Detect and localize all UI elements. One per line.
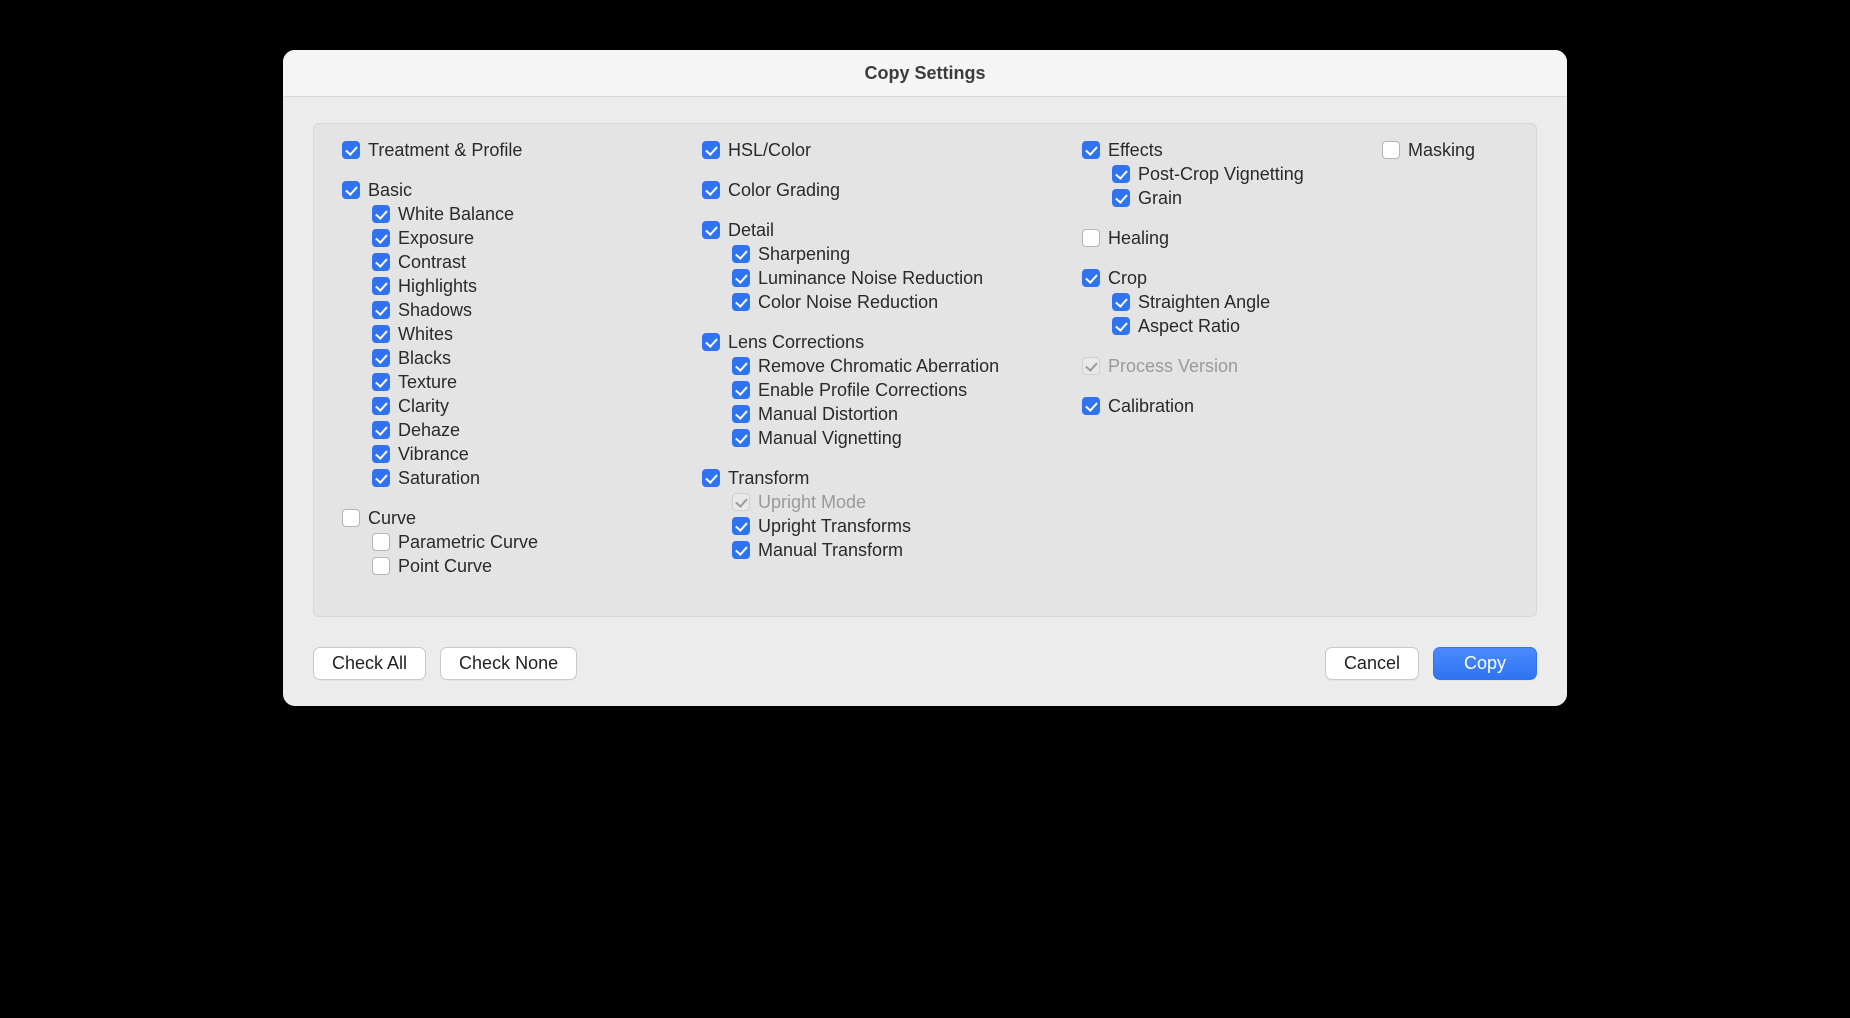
exposure-label: Exposure <box>398 226 474 250</box>
color-grading-checkbox[interactable] <box>702 181 720 199</box>
point-curve-checkbox[interactable] <box>372 557 390 575</box>
aspect-ratio-label: Aspect Ratio <box>1138 314 1240 338</box>
whites-checkbox[interactable] <box>372 325 390 343</box>
manual-vignetting-label: Manual Vignetting <box>758 426 902 450</box>
enable-profile-label: Enable Profile Corrections <box>758 378 967 402</box>
check-none-button[interactable]: Check None <box>440 647 577 680</box>
vibrance-label: Vibrance <box>398 442 469 466</box>
curve-checkbox[interactable] <box>342 509 360 527</box>
whites-label: Whites <box>398 322 453 346</box>
hsl-color-label: HSL/Color <box>728 138 811 162</box>
manual-vignetting-checkbox[interactable] <box>732 429 750 447</box>
texture-checkbox[interactable] <box>372 373 390 391</box>
grain-label: Grain <box>1138 186 1182 210</box>
post-crop-vignetting-checkbox[interactable] <box>1112 165 1130 183</box>
white-balance-label: White Balance <box>398 202 514 226</box>
transform-checkbox[interactable] <box>702 469 720 487</box>
straighten-angle-label: Straighten Angle <box>1138 290 1270 314</box>
blacks-checkbox[interactable] <box>372 349 390 367</box>
saturation-label: Saturation <box>398 466 480 490</box>
blacks-label: Blacks <box>398 346 451 370</box>
manual-transform-checkbox[interactable] <box>732 541 750 559</box>
copy-settings-dialog: Copy Settings Treatment & Profile <box>283 50 1567 706</box>
enable-profile-checkbox[interactable] <box>732 381 750 399</box>
process-version-checkbox <box>1082 357 1100 375</box>
upright-transforms-checkbox[interactable] <box>732 517 750 535</box>
parametric-curve-label: Parametric Curve <box>398 530 538 554</box>
calibration-label: Calibration <box>1108 394 1194 418</box>
lens-corrections-label: Lens Corrections <box>728 330 864 354</box>
healing-label: Healing <box>1108 226 1169 250</box>
options-panel: Treatment & Profile Basic White Balance … <box>313 123 1537 617</box>
dialog-title: Copy Settings <box>864 63 985 84</box>
clarity-label: Clarity <box>398 394 449 418</box>
dehaze-label: Dehaze <box>398 418 460 442</box>
detail-label: Detail <box>728 218 774 242</box>
highlights-label: Highlights <box>398 274 477 298</box>
detail-checkbox[interactable] <box>702 221 720 239</box>
vibrance-checkbox[interactable] <box>372 445 390 463</box>
shadows-checkbox[interactable] <box>372 301 390 319</box>
titlebar: Copy Settings <box>283 50 1567 97</box>
shadows-label: Shadows <box>398 298 472 322</box>
copy-button[interactable]: Copy <box>1433 647 1537 680</box>
dialog-content: Treatment & Profile Basic White Balance … <box>283 97 1567 706</box>
column-1: Treatment & Profile Basic White Balance … <box>342 138 702 594</box>
color-nr-checkbox[interactable] <box>732 293 750 311</box>
masking-checkbox[interactable] <box>1382 141 1400 159</box>
highlights-checkbox[interactable] <box>372 277 390 295</box>
parametric-curve-checkbox[interactable] <box>372 533 390 551</box>
column-4: Masking <box>1382 138 1532 594</box>
upright-mode-checkbox <box>732 493 750 511</box>
basic-label: Basic <box>368 178 412 202</box>
lens-corrections-checkbox[interactable] <box>702 333 720 351</box>
column-3: Effects Post-Crop Vignetting Grain Heali… <box>1082 138 1382 594</box>
masking-label: Masking <box>1408 138 1475 162</box>
manual-transform-label: Manual Transform <box>758 538 903 562</box>
clarity-checkbox[interactable] <box>372 397 390 415</box>
remove-ca-checkbox[interactable] <box>732 357 750 375</box>
crop-checkbox[interactable] <box>1082 269 1100 287</box>
calibration-checkbox[interactable] <box>1082 397 1100 415</box>
effects-label: Effects <box>1108 138 1163 162</box>
color-grading-label: Color Grading <box>728 178 840 202</box>
luminance-nr-label: Luminance Noise Reduction <box>758 266 983 290</box>
point-curve-label: Point Curve <box>398 554 492 578</box>
post-crop-vignetting-label: Post-Crop Vignetting <box>1138 162 1304 186</box>
grain-checkbox[interactable] <box>1112 189 1130 207</box>
aspect-ratio-checkbox[interactable] <box>1112 317 1130 335</box>
column-2: HSL/Color Color Grading Detail Sharpenin… <box>702 138 1082 594</box>
effects-checkbox[interactable] <box>1082 141 1100 159</box>
contrast-label: Contrast <box>398 250 466 274</box>
texture-label: Texture <box>398 370 457 394</box>
luminance-nr-checkbox[interactable] <box>732 269 750 287</box>
transform-label: Transform <box>728 466 809 490</box>
sharpening-label: Sharpening <box>758 242 850 266</box>
process-version-label: Process Version <box>1108 354 1238 378</box>
sharpening-checkbox[interactable] <box>732 245 750 263</box>
upright-transforms-label: Upright Transforms <box>758 514 911 538</box>
remove-ca-label: Remove Chromatic Aberration <box>758 354 999 378</box>
contrast-checkbox[interactable] <box>372 253 390 271</box>
check-all-button[interactable]: Check All <box>313 647 426 680</box>
basic-checkbox[interactable] <box>342 181 360 199</box>
dialog-footer: Check All Check None Cancel Copy <box>313 647 1537 680</box>
color-nr-label: Color Noise Reduction <box>758 290 938 314</box>
curve-label: Curve <box>368 506 416 530</box>
treatment-profile-label: Treatment & Profile <box>368 138 522 162</box>
saturation-checkbox[interactable] <box>372 469 390 487</box>
white-balance-checkbox[interactable] <box>372 205 390 223</box>
crop-label: Crop <box>1108 266 1147 290</box>
healing-checkbox[interactable] <box>1082 229 1100 247</box>
manual-distortion-checkbox[interactable] <box>732 405 750 423</box>
treatment-profile-checkbox[interactable] <box>342 141 360 159</box>
upright-mode-label: Upright Mode <box>758 490 866 514</box>
cancel-button[interactable]: Cancel <box>1325 647 1419 680</box>
exposure-checkbox[interactable] <box>372 229 390 247</box>
manual-distortion-label: Manual Distortion <box>758 402 898 426</box>
dehaze-checkbox[interactable] <box>372 421 390 439</box>
straighten-angle-checkbox[interactable] <box>1112 293 1130 311</box>
hsl-color-checkbox[interactable] <box>702 141 720 159</box>
